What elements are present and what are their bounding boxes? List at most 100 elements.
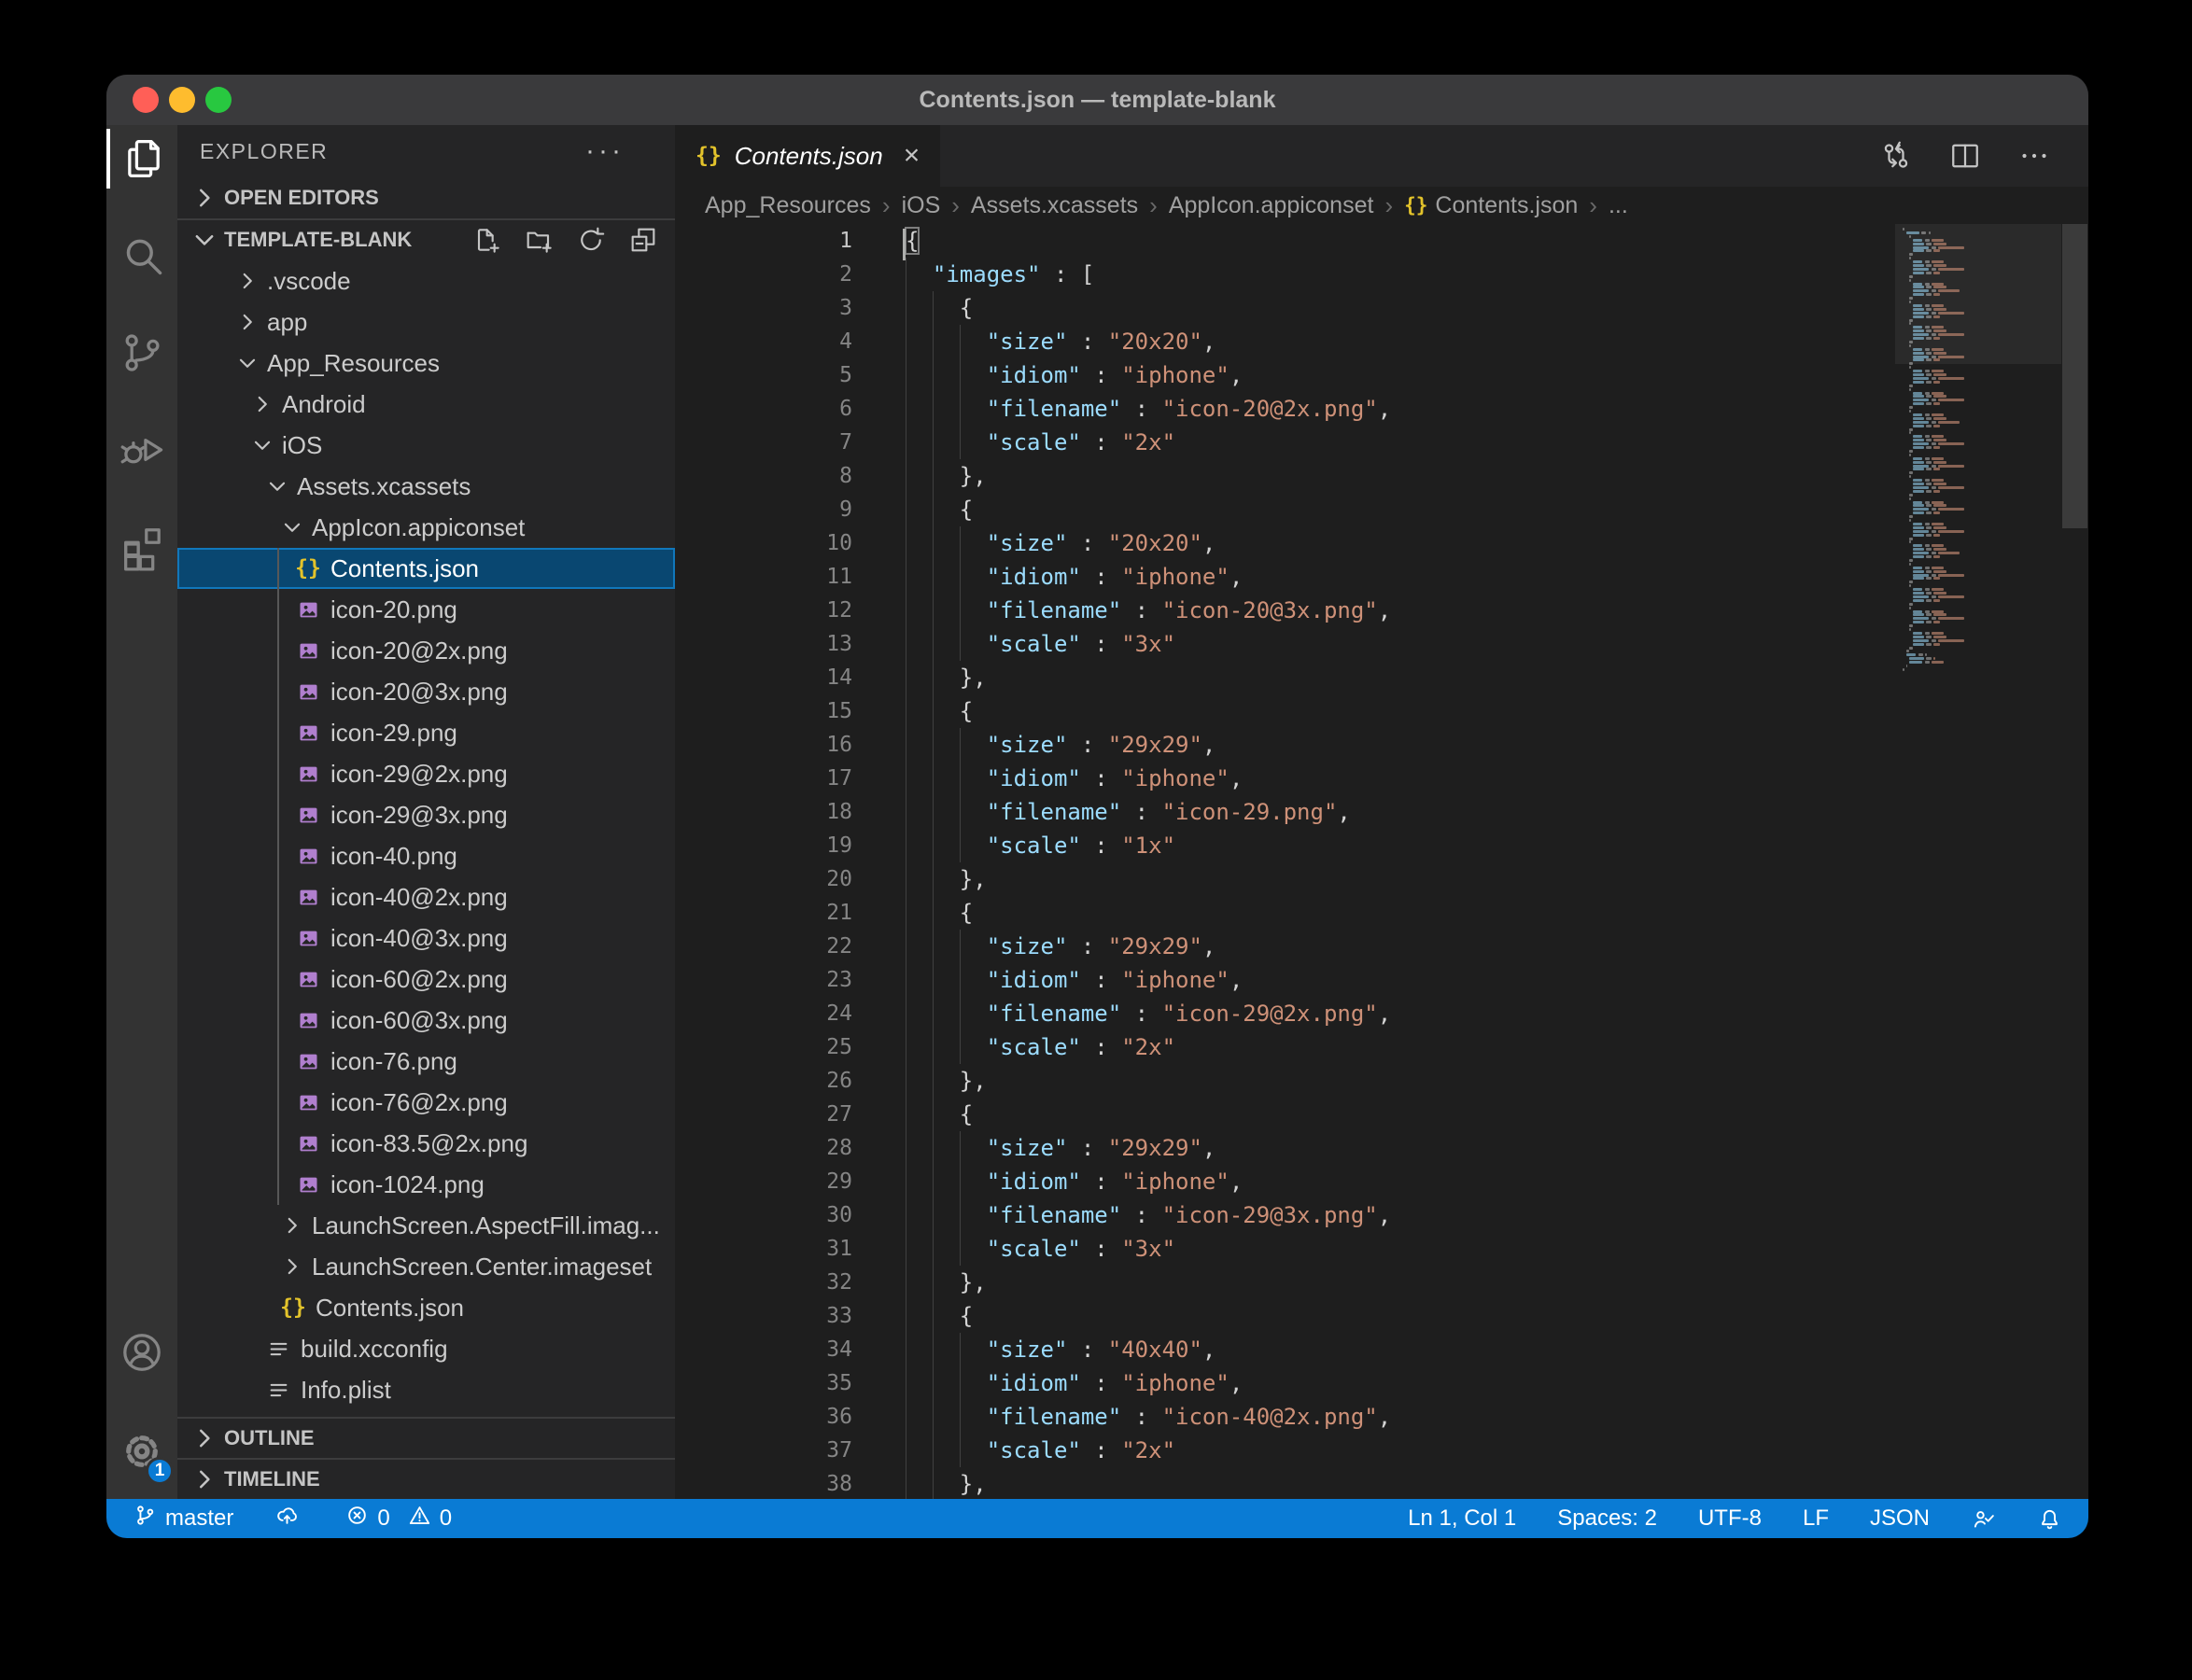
tree-item-contents.json[interactable]: {}Contents.json [177, 548, 675, 589]
tree-item-icon-29@3x.png[interactable]: icon-29@3x.png [177, 794, 675, 835]
line-number[interactable]: 16 [675, 728, 852, 762]
close-tab-icon[interactable]: × [904, 142, 920, 170]
line-number[interactable]: 14 [675, 661, 852, 694]
line-number[interactable]: 31 [675, 1232, 852, 1266]
line-number[interactable]: 37 [675, 1434, 852, 1467]
breadcrumb-item[interactable]: Assets.xcassets [971, 192, 1138, 219]
open-changes-icon[interactable] [1879, 139, 1913, 173]
line-number[interactable]: 3 [675, 291, 852, 325]
breadcrumb-item[interactable]: iOS [902, 192, 941, 219]
line-number[interactable]: 12 [675, 594, 852, 627]
tree-item-icon-60@2x.png[interactable]: icon-60@2x.png [177, 959, 675, 1000]
tree-item-icon-40@3x.png[interactable]: icon-40@3x.png [177, 917, 675, 959]
tree-item-app[interactable]: app [177, 301, 675, 343]
tree-item-.vscode[interactable]: .vscode [177, 260, 675, 301]
line-number[interactable]: 9 [675, 493, 852, 526]
line-number[interactable]: 32 [675, 1266, 852, 1299]
zoom-window-button[interactable] [205, 87, 232, 113]
line-number[interactable]: 11 [675, 560, 852, 594]
line-number[interactable]: 15 [675, 694, 852, 728]
tree-item-assets.xcassets[interactable]: Assets.xcassets [177, 466, 675, 507]
tree-item-icon-1024.png[interactable]: icon-1024.png [177, 1164, 675, 1205]
tree-item-icon-20@3x.png[interactable]: icon-20@3x.png [177, 671, 675, 712]
tree-item-appicon.appiconset[interactable]: AppIcon.appiconset [177, 507, 675, 548]
line-number[interactable]: 33 [675, 1299, 852, 1333]
line-number[interactable]: 25 [675, 1030, 852, 1064]
line-number[interactable]: 36 [675, 1400, 852, 1434]
line-number[interactable]: 26 [675, 1064, 852, 1098]
tab-contents-json[interactable]: {} Contents.json × [675, 125, 940, 187]
activity-extensions-icon[interactable] [106, 517, 177, 577]
tree-item-launchscreen.center.imageset[interactable]: LaunchScreen.Center.imageset [177, 1246, 675, 1287]
scrollbar-thumb[interactable] [2062, 224, 2087, 528]
split-editor-icon[interactable] [1948, 139, 1982, 173]
line-number[interactable]: 28 [675, 1131, 852, 1165]
line-number[interactable]: 29 [675, 1165, 852, 1198]
new-folder-icon[interactable] [524, 225, 554, 255]
line-number[interactable]: 13 [675, 627, 852, 661]
outline-section[interactable]: OUTLINE [177, 1417, 675, 1458]
breadcrumb-item[interactable]: ... [1609, 192, 1628, 219]
tree-item-app-resources[interactable]: App_Resources [177, 343, 675, 384]
line-number[interactable]: 18 [675, 795, 852, 829]
tree-item-launchscreen.aspectfill.imag...[interactable]: LaunchScreen.AspectFill.imag... [177, 1205, 675, 1246]
minimap[interactable] [1895, 224, 2061, 1499]
language-mode-status[interactable]: JSON [1870, 1505, 1930, 1532]
line-number[interactable]: 22 [675, 930, 852, 963]
encoding-status[interactable]: UTF-8 [1698, 1505, 1762, 1532]
activity-settings-icon[interactable]: 1 [106, 1421, 177, 1481]
breadcrumb-item[interactable]: AppIcon.appiconset [1169, 192, 1374, 219]
tree-item-build.xcconfig[interactable]: build.xcconfig [177, 1328, 675, 1369]
new-file-icon[interactable] [471, 225, 501, 255]
line-number[interactable]: 6 [675, 392, 852, 426]
line-number[interactable]: 1 [675, 224, 852, 258]
open-editors-section[interactable]: OPEN EDITORS [177, 177, 675, 218]
cursor-position-status[interactable]: Ln 1, Col 1 [1408, 1505, 1516, 1532]
breadcrumb-item[interactable]: App_Resources [705, 192, 871, 219]
tree-item-icon-60@3x.png[interactable]: icon-60@3x.png [177, 1000, 675, 1041]
tree-item-icon-29.png[interactable]: icon-29.png [177, 712, 675, 753]
refresh-explorer-icon[interactable] [576, 225, 606, 255]
timeline-section[interactable]: TIMELINE [177, 1458, 675, 1499]
code-editor[interactable]: 1{2 "images" : [3 {4 "size" : "20x20",5 … [675, 224, 2088, 1499]
tree-item-icon-76@2x.png[interactable]: icon-76@2x.png [177, 1082, 675, 1123]
indentation-status[interactable]: Spaces: 2 [1557, 1505, 1657, 1532]
explorer-more-actions-icon[interactable]: ··· [585, 135, 625, 167]
line-number[interactable]: 23 [675, 963, 852, 997]
line-number[interactable]: 38 [675, 1467, 852, 1499]
line-number[interactable]: 4 [675, 325, 852, 358]
line-number[interactable]: 10 [675, 526, 852, 560]
line-number[interactable]: 24 [675, 997, 852, 1030]
tree-item-contents.json[interactable]: {}Contents.json [177, 1287, 675, 1328]
editor-scrollbar[interactable] [2061, 224, 2088, 1499]
line-number[interactable]: 2 [675, 258, 852, 291]
notifications-bell-icon[interactable] [2037, 1506, 2062, 1532]
folder-section-header[interactable]: TEMPLATE-BLANK [177, 218, 675, 259]
git-branch-status[interactable]: master [133, 1503, 233, 1534]
line-number[interactable]: 8 [675, 459, 852, 493]
line-number[interactable]: 7 [675, 426, 852, 459]
line-number[interactable]: 20 [675, 862, 852, 896]
line-number[interactable]: 19 [675, 829, 852, 862]
collapse-folders-icon[interactable] [628, 225, 658, 255]
eol-status[interactable]: LF [1803, 1505, 1829, 1532]
tree-item-icon-40.png[interactable]: icon-40.png [177, 835, 675, 876]
line-number[interactable]: 35 [675, 1366, 852, 1400]
line-number[interactable]: 30 [675, 1198, 852, 1232]
tree-item-icon-20.png[interactable]: icon-20.png [177, 589, 675, 630]
feedback-icon[interactable] [1971, 1506, 1996, 1532]
tree-item-icon-29@2x.png[interactable]: icon-29@2x.png [177, 753, 675, 794]
line-number[interactable]: 27 [675, 1098, 852, 1131]
activity-run-and-debug-icon[interactable] [106, 420, 177, 480]
line-number[interactable]: 34 [675, 1333, 852, 1366]
editor-more-actions-icon[interactable] [2017, 139, 2051, 173]
line-number[interactable]: 17 [675, 762, 852, 795]
tree-item-icon-40@2x.png[interactable]: icon-40@2x.png [177, 876, 675, 917]
close-window-button[interactable] [133, 87, 159, 113]
tree-item-icon-20@2x.png[interactable]: icon-20@2x.png [177, 630, 675, 671]
activity-explorer-icon[interactable] [106, 129, 181, 189]
activity-source-control-icon[interactable] [106, 323, 177, 383]
activity-search-icon[interactable] [106, 226, 177, 286]
tree-item-info.plist[interactable]: Info.plist [177, 1369, 675, 1410]
activity-accounts-icon[interactable] [106, 1323, 177, 1382]
